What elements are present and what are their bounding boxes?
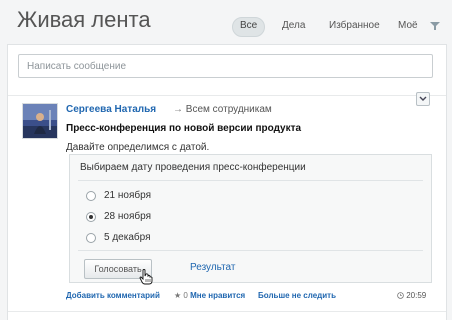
post-recipients: → Всем сотрудникам (173, 104, 272, 115)
post-title: Пресс-конференция по новой версии продук… (66, 123, 302, 134)
poll-option-label: 21 ноября (104, 190, 151, 201)
chevron-down-icon (419, 96, 427, 101)
poll: Выбираем дату проведения пресс-конференц… (69, 154, 432, 285)
poll-question: Выбираем дату проведения пресс-конференц… (80, 162, 306, 173)
radio-button[interactable] (86, 191, 96, 201)
divider (78, 250, 423, 251)
avatar[interactable] (22, 103, 58, 139)
header: Живая лента Все Дела Избранное Моё (0, 0, 452, 44)
message-input[interactable] (19, 55, 432, 77)
poll-option-label: 28 ноября (104, 211, 151, 222)
tab-tasks[interactable]: Дела (282, 17, 305, 35)
divider (8, 95, 446, 96)
divider (78, 180, 423, 181)
results-link[interactable]: Результат (190, 262, 235, 273)
post-author-link[interactable]: Сергеева Наталья (66, 104, 156, 115)
unfollow-link[interactable]: Больше не следить (258, 291, 336, 300)
likes: ★ 0 Мне нравится (174, 291, 245, 300)
post-time: 20:59 (397, 291, 426, 300)
tab-favorites[interactable]: Избранное (329, 17, 380, 35)
filter-icon[interactable] (430, 21, 440, 31)
radio-button[interactable] (86, 233, 96, 243)
message-composer[interactable] (18, 54, 433, 78)
clock-icon (397, 292, 404, 299)
like-link[interactable]: Мне нравится (190, 291, 245, 300)
poll-option-label: 5 декабря (104, 232, 151, 243)
add-comment-link[interactable]: Добавить комментарий (66, 291, 160, 300)
avatar-photo (23, 104, 57, 138)
feed-panel: Сергеева Наталья → Всем сотрудникам Прес… (7, 44, 447, 320)
star-icon: ★ (174, 291, 182, 300)
page-title: Живая лента (17, 7, 151, 32)
likes-count: 0 (183, 291, 188, 300)
tab-mine[interactable]: Моё (398, 17, 418, 35)
post-menu-button[interactable] (416, 92, 430, 106)
recipients-label: Всем сотрудникам (185, 104, 272, 115)
divider (8, 311, 446, 312)
arrow-right-icon: → (173, 104, 183, 115)
post-text: Давайте определимся с датой. (66, 142, 210, 153)
radio-button[interactable] (86, 212, 96, 222)
post-time-label: 20:59 (406, 291, 427, 300)
tab-all[interactable]: Все (232, 17, 266, 37)
hand-cursor-icon (139, 269, 153, 285)
